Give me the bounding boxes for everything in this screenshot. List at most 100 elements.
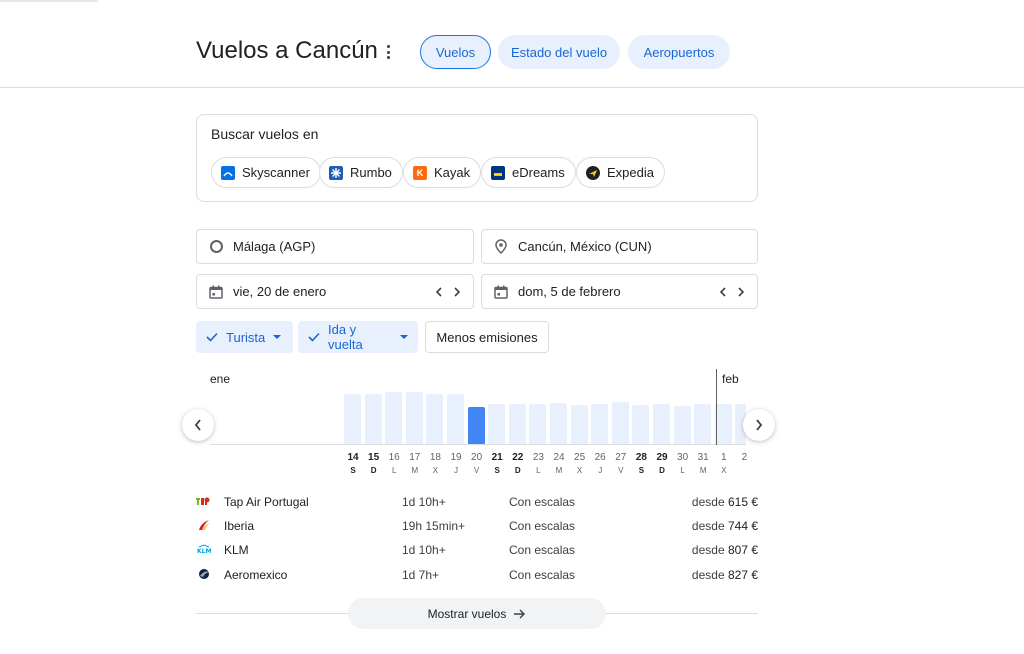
- calendar-day-number: 26: [594, 452, 606, 463]
- rumbo-icon: [329, 165, 343, 180]
- price-bar-day-1[interactable]: [714, 404, 732, 445]
- origin-field[interactable]: Málaga (AGP): [196, 229, 474, 264]
- flight-result-row[interactable]: Tap Air Portugal 1d 10h+ Con escalas des…: [196, 490, 758, 512]
- price-calendar-bars: [210, 380, 746, 445]
- price-bar-day-31[interactable]: [694, 404, 712, 445]
- origin-circle-icon: [209, 240, 223, 254]
- calendar-baseline: [210, 444, 746, 445]
- calendar-weekday: S: [638, 466, 645, 475]
- cabin-class-label: Turista: [226, 329, 266, 345]
- calendar-weekday: X: [432, 466, 439, 475]
- tab-vuelos[interactable]: Vuelos: [420, 35, 491, 69]
- price-bar-day-29[interactable]: [653, 404, 670, 445]
- airline-name: Iberia: [224, 519, 255, 533]
- airline-name: Aeromexico: [224, 568, 288, 582]
- cabin-class-dropdown[interactable]: Turista: [196, 321, 293, 353]
- calendar-weekday: J: [598, 466, 603, 475]
- chevron-right-icon[interactable]: [451, 283, 463, 301]
- price-bar-day-24[interactable]: [550, 403, 567, 445]
- depart-date-value: vie, 20 de enero: [233, 284, 327, 299]
- flight-stops: Con escalas: [509, 519, 576, 533]
- calendar-day-number: 23: [532, 452, 544, 463]
- calendar-day-number: 24: [553, 452, 565, 463]
- chevron-left-icon: [194, 419, 201, 431]
- calendar-day-number: 15: [368, 452, 380, 463]
- edreams-icon: [491, 165, 505, 180]
- month-divider: [716, 369, 717, 445]
- price-bar-day-23[interactable]: [529, 404, 547, 445]
- tab-aeropuertos[interactable]: Aeropuertos: [628, 35, 730, 69]
- site-chip-expedia[interactable]: Expedia: [576, 157, 665, 188]
- calendar-weekday: S: [494, 466, 500, 475]
- calendar-weekday: V: [473, 466, 480, 475]
- airline-name: Tap Air Portugal: [224, 495, 309, 509]
- chevron-left-icon[interactable]: [433, 283, 445, 301]
- price-bar-day-19[interactable]: [447, 394, 464, 445]
- show-flights-button[interactable]: Mostrar vuelos: [348, 598, 606, 629]
- calendar-prev-button[interactable]: [182, 409, 214, 441]
- flight-price: desde 827 €: [691, 568, 758, 582]
- trip-type-dropdown[interactable]: Ida y vuelta: [298, 321, 418, 353]
- chevron-left-icon[interactable]: [717, 283, 729, 301]
- return-date-value: dom, 5 de febrero: [518, 284, 621, 299]
- flight-price: desde 615 €: [691, 495, 758, 509]
- calendar-day-number: 18: [429, 452, 441, 463]
- price-bar-day-16[interactable]: [385, 392, 403, 445]
- site-chip-kayak[interactable]: K Kayak: [403, 157, 482, 188]
- origin-value: Málaga (AGP): [233, 239, 316, 254]
- airline-name: KLM: [224, 543, 249, 557]
- price-bar-day-28[interactable]: [632, 405, 650, 445]
- site-label: Expedia: [607, 165, 654, 180]
- calendar-next-button[interactable]: [743, 409, 775, 441]
- flight-price: desde 807 €: [691, 543, 758, 557]
- price-bar-day-21[interactable]: [488, 404, 506, 445]
- site-label: Kayak: [434, 165, 471, 180]
- return-date-field[interactable]: dom, 5 de febrero: [481, 274, 758, 309]
- svg-text:KLM: KLM: [197, 548, 211, 554]
- calendar-weekday: L: [536, 466, 541, 475]
- price-bar-day-22[interactable]: [508, 404, 526, 445]
- price-bar-day-17[interactable]: [405, 392, 423, 445]
- site-chip-rumbo[interactable]: Rumbo: [319, 157, 403, 188]
- price-bar-day-27[interactable]: [611, 402, 629, 445]
- flight-result-row[interactable]: KLM KLM 1d 10h+ Con escalas desde 807 €: [196, 538, 758, 560]
- aeromexico-logo-icon: [196, 567, 212, 581]
- check-icon: [206, 332, 218, 342]
- calendar-weekday: X: [576, 466, 583, 475]
- site-label: Skyscanner: [242, 165, 310, 180]
- price-bar-day-26[interactable]: [591, 404, 609, 445]
- caret-down-icon: [273, 335, 282, 339]
- site-chip-skyscanner[interactable]: Skyscanner: [211, 157, 321, 188]
- price-bar-day-18[interactable]: [426, 394, 444, 445]
- price-bar-day-14[interactable]: [344, 394, 361, 445]
- more-options-icon[interactable]: [382, 43, 394, 61]
- expedia-icon: [586, 165, 600, 180]
- price-bar-day-15[interactable]: [364, 394, 382, 445]
- flight-result-row[interactable]: Aeromexico 1d 7h+ Con escalas desde 827 …: [196, 563, 758, 585]
- flight-duration: 19h 15min+: [402, 519, 466, 533]
- calendar-weekday: S: [350, 466, 356, 475]
- site-chip-edreams[interactable]: eDreams: [481, 157, 576, 188]
- flight-stops: Con escalas: [509, 543, 576, 557]
- trip-type-label: Ida y vuelta: [328, 322, 363, 352]
- calendar-weekday: M: [555, 466, 563, 475]
- page-header: Vuelos a Cancún Vuelos Estado del vuelo …: [0, 0, 1024, 88]
- calendar-weekday: L: [680, 466, 685, 475]
- calendar-weekday: V: [618, 466, 624, 475]
- destination-value: Cancún, México (CUN): [518, 239, 652, 254]
- show-flights-label: Mostrar vuelos: [427, 606, 507, 621]
- price-bar-day-25[interactable]: [570, 405, 588, 445]
- page-title: Vuelos a Cancún: [196, 37, 378, 64]
- price-bar-day-20[interactable]: [467, 407, 485, 445]
- flight-duration: 1d 7h+: [402, 568, 440, 582]
- flight-result-row[interactable]: Iberia 19h 15min+ Con escalas desde 744 …: [196, 514, 758, 536]
- tab-estado-del-vuelo[interactable]: Estado del vuelo: [498, 35, 620, 69]
- calendar-day-number: 17: [409, 452, 421, 463]
- less-emissions-filter[interactable]: Menos emisiones: [425, 321, 549, 353]
- tap-logo-icon: [196, 494, 212, 508]
- chevron-right-icon[interactable]: [735, 283, 747, 301]
- price-bar-day-30[interactable]: [673, 406, 691, 445]
- depart-date-field[interactable]: vie, 20 de enero: [196, 274, 474, 309]
- destination-field[interactable]: Cancún, México (CUN): [481, 229, 758, 264]
- search-sites-card: Buscar vuelos en Skyscanner Rumbo K Kaya…: [196, 114, 758, 202]
